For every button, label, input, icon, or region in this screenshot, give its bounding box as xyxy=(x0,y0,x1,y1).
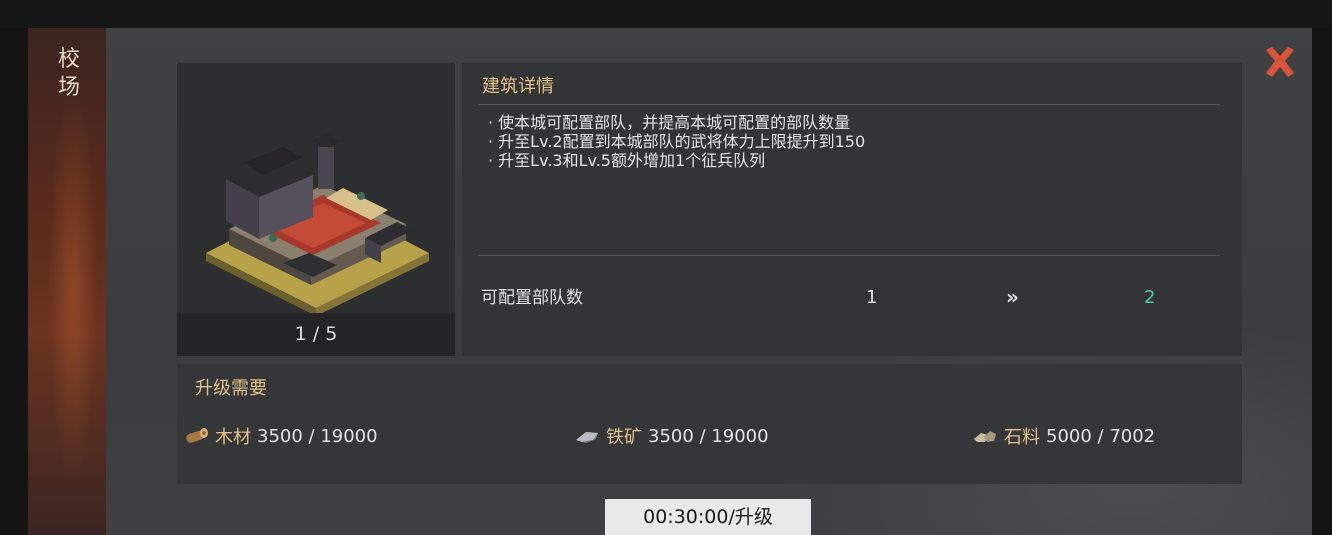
stat-arrow-icon: » xyxy=(1006,285,1019,309)
upgrade-time-button[interactable]: 00:30:00/升级 xyxy=(605,499,811,535)
banner-glow xyxy=(48,88,98,488)
resource-stone-amount: 5000 / 7002 xyxy=(1046,425,1156,447)
resource-stone-name: 石料 xyxy=(1004,427,1040,448)
details-divider xyxy=(478,104,1220,105)
close-button[interactable] xyxy=(1262,44,1298,80)
resource-wood-name: 木材 xyxy=(215,427,251,448)
description-line: · 升至Lv.2配置到本城部队的武将体力上限提升到150 xyxy=(488,132,866,151)
building-name-char-2: 场 xyxy=(57,75,80,100)
close-icon xyxy=(1266,47,1294,77)
building-page-indicator: 1 / 5 xyxy=(177,313,455,356)
wood-log-icon xyxy=(186,428,208,443)
building-name-vertical: 校 场 xyxy=(52,46,86,102)
requirements-title: 升级需要 xyxy=(195,378,267,399)
stat-label: 可配置部队数 xyxy=(481,288,583,308)
description-list: · 使本城可配置部队，并提高本城可配置的部队数量 · 升至Lv.2配置到本城部队… xyxy=(488,113,865,170)
details-title: 建筑详情 xyxy=(482,76,554,97)
iron-ore-icon xyxy=(576,432,598,443)
resource-stone: 石料 5000 / 7002 xyxy=(972,424,1155,448)
resource-iron-name: 铁矿 xyxy=(606,427,642,448)
side-banner xyxy=(28,28,106,535)
stat-divider xyxy=(478,255,1220,256)
description-line: · 使本城可配置部队，并提高本城可配置的部队数量 xyxy=(488,113,851,132)
stat-next-value: 2 xyxy=(1144,287,1156,308)
description-line: · 升至Lv.3和Lv.5额外增加1个征兵队列 xyxy=(488,151,766,170)
building-name-char-1: 校 xyxy=(57,47,80,72)
resource-wood-amount: 3500 / 19000 xyxy=(257,425,378,447)
resource-wood: 木材 3500 / 19000 xyxy=(183,424,378,448)
stone-icon xyxy=(974,431,996,442)
stat-current-value: 1 xyxy=(866,287,878,308)
details-panel xyxy=(462,63,1242,356)
top-bar xyxy=(0,0,1332,28)
resource-iron: 铁矿 3500 / 19000 xyxy=(574,424,769,448)
training-ground-building-image xyxy=(206,133,429,316)
resource-iron-amount: 3500 / 19000 xyxy=(648,425,769,447)
